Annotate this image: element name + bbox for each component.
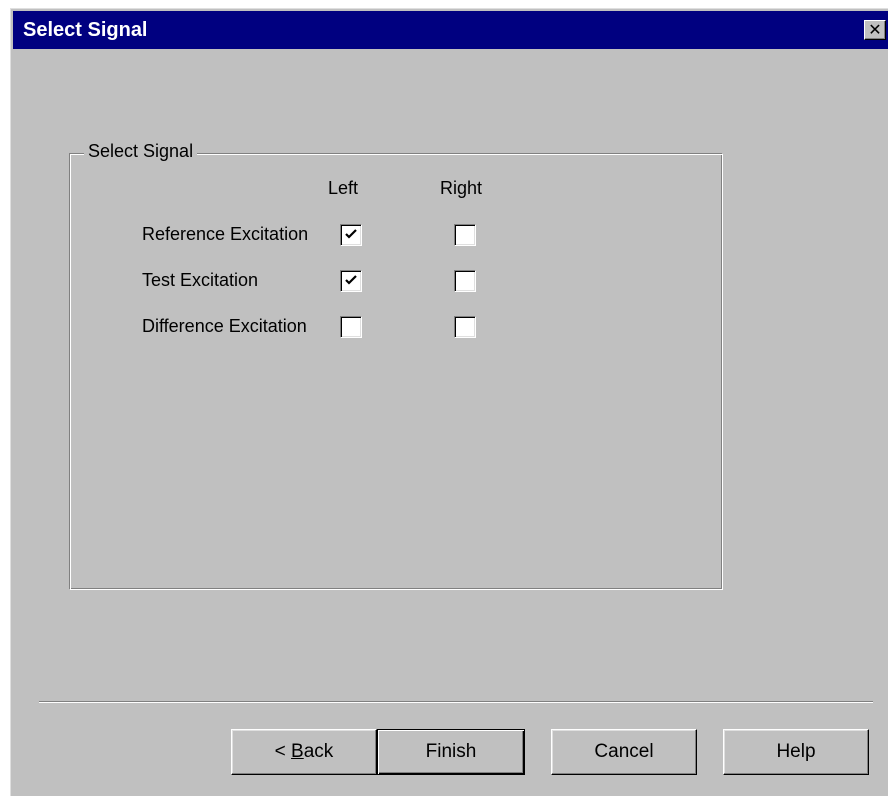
close-button[interactable]: ✕ <box>864 20 886 40</box>
select-signal-dialog: Select Signal ✕ Select Signal Left Right… <box>10 8 888 796</box>
row-label-difference-excitation: Difference Excitation <box>142 316 307 336</box>
row-label-test-excitation: Test Excitation <box>142 270 259 290</box>
cancel-button[interactable]: Cancel <box>551 729 697 775</box>
checkbox-difference-right[interactable] <box>454 316 476 338</box>
group-title: Select Signal <box>84 141 198 162</box>
help-button[interactable]: Help <box>723 729 869 775</box>
close-icon: ✕ <box>868 20 882 39</box>
back-button-accelerator: B <box>291 741 304 762</box>
back-button-rest: ack <box>303 741 334 762</box>
check-icon <box>345 275 357 285</box>
cancel-button-label: Cancel <box>594 741 654 762</box>
row-label-reference-excitation: Reference Excitation <box>142 224 309 244</box>
checkbox-test-right[interactable] <box>454 270 476 292</box>
select-signal-group: Select Signal Left Right Reference Excit… <box>69 141 723 590</box>
check-icon <box>345 229 357 239</box>
window-title: Select Signal <box>23 19 148 41</box>
column-header-right: Right <box>440 178 483 198</box>
button-separator <box>39 701 873 703</box>
checkbox-reference-left[interactable] <box>340 224 362 246</box>
help-button-label: Help <box>776 741 816 762</box>
checkbox-test-left[interactable] <box>340 270 362 292</box>
back-button[interactable]: < Back <box>231 729 377 775</box>
finish-button-label: Finish <box>425 741 477 762</box>
checkbox-difference-left[interactable] <box>340 316 362 338</box>
back-button-prefix: < <box>274 741 292 762</box>
checkbox-reference-right[interactable] <box>454 224 476 246</box>
title-bar[interactable]: Select Signal ✕ <box>13 11 888 49</box>
finish-button[interactable]: Finish <box>377 729 525 775</box>
column-header-left: Left <box>328 178 359 198</box>
